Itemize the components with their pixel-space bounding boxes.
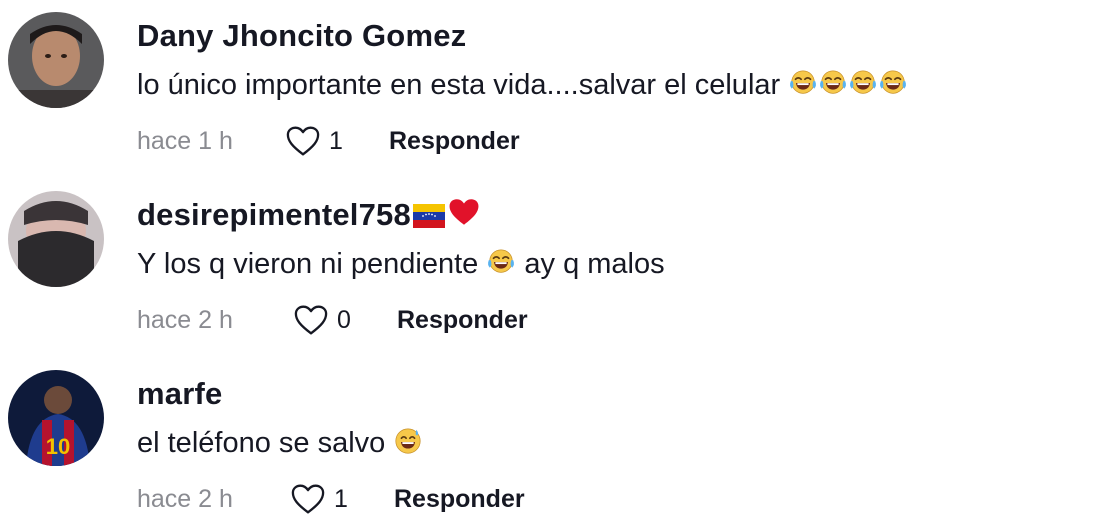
reply-button[interactable]: Responder xyxy=(397,306,528,335)
user-avatar-icon: 10 xyxy=(8,370,104,466)
comment-text: lo único importante en esta vida....salv… xyxy=(137,66,908,104)
heart-outline-icon[interactable] xyxy=(285,125,321,157)
like-count: 0 xyxy=(337,305,351,334)
timestamp: hace 1 h xyxy=(137,126,233,155)
like-count: 1 xyxy=(334,484,348,513)
face-with-tears-of-joy-icon xyxy=(788,68,818,98)
like-count: 1 xyxy=(329,126,343,155)
heart-outline-icon[interactable] xyxy=(290,483,326,515)
like-button[interactable]: 1 xyxy=(290,483,394,515)
timestamp: hace 2 h xyxy=(137,305,233,334)
reply-button[interactable]: Responder xyxy=(394,485,525,514)
avatar[interactable]: 10 xyxy=(8,370,104,466)
comment-meta: hace 1 h 1 Responder xyxy=(137,121,520,161)
face-with-tears-of-joy-icon xyxy=(878,68,908,98)
reply-button[interactable]: Responder xyxy=(389,127,520,156)
avatar[interactable] xyxy=(8,12,104,108)
user-avatar-icon xyxy=(8,191,104,287)
face-with-tears-of-joy-icon xyxy=(818,68,848,98)
comment-text: el teléfono se salvo xyxy=(137,424,423,462)
comment-item: Dany Jhoncito Gomez lo único importante … xyxy=(0,0,1100,170)
red-heart-icon xyxy=(447,196,481,238)
face-with-tears-of-joy-icon xyxy=(848,68,878,98)
avatar[interactable] xyxy=(8,191,104,287)
comment-item: 10 marfe el teléfono se salvo hace 2 h 1… xyxy=(0,358,1100,528)
comment-body: lo único importante en esta vida....salv… xyxy=(137,69,781,101)
heart-outline-icon[interactable] xyxy=(293,304,329,336)
comment-body-continued: ay q malos xyxy=(524,248,665,280)
venezuela-flag-icon xyxy=(412,198,445,238)
timestamp: hace 2 h xyxy=(137,484,233,513)
username-text: desirepimentel758 xyxy=(137,197,411,232)
username[interactable]: desirepimentel758 xyxy=(137,195,481,238)
comment-body: el teléfono se salvo xyxy=(137,427,386,459)
username[interactable]: Dany Jhoncito Gomez xyxy=(137,16,466,56)
username[interactable]: marfe xyxy=(137,374,222,414)
face-with-tears-of-joy-icon xyxy=(486,247,516,277)
grinning-face-with-sweat-icon xyxy=(393,426,423,456)
like-button[interactable]: 1 xyxy=(285,125,389,157)
comment-meta: hace 2 h 1 Responder xyxy=(137,479,525,519)
comment-meta: hace 2 h 0 Responder xyxy=(137,300,528,340)
user-avatar-icon xyxy=(8,12,104,108)
like-button[interactable]: 0 xyxy=(293,304,397,336)
svg-text:10: 10 xyxy=(46,434,70,459)
comment-text: Y los q vieron ni pendiente ay q malos xyxy=(137,245,665,283)
comment-body: Y los q vieron ni pendiente xyxy=(137,248,479,280)
comment-item: desirepimentel758 Y los q vieron ni pend… xyxy=(0,179,1100,349)
